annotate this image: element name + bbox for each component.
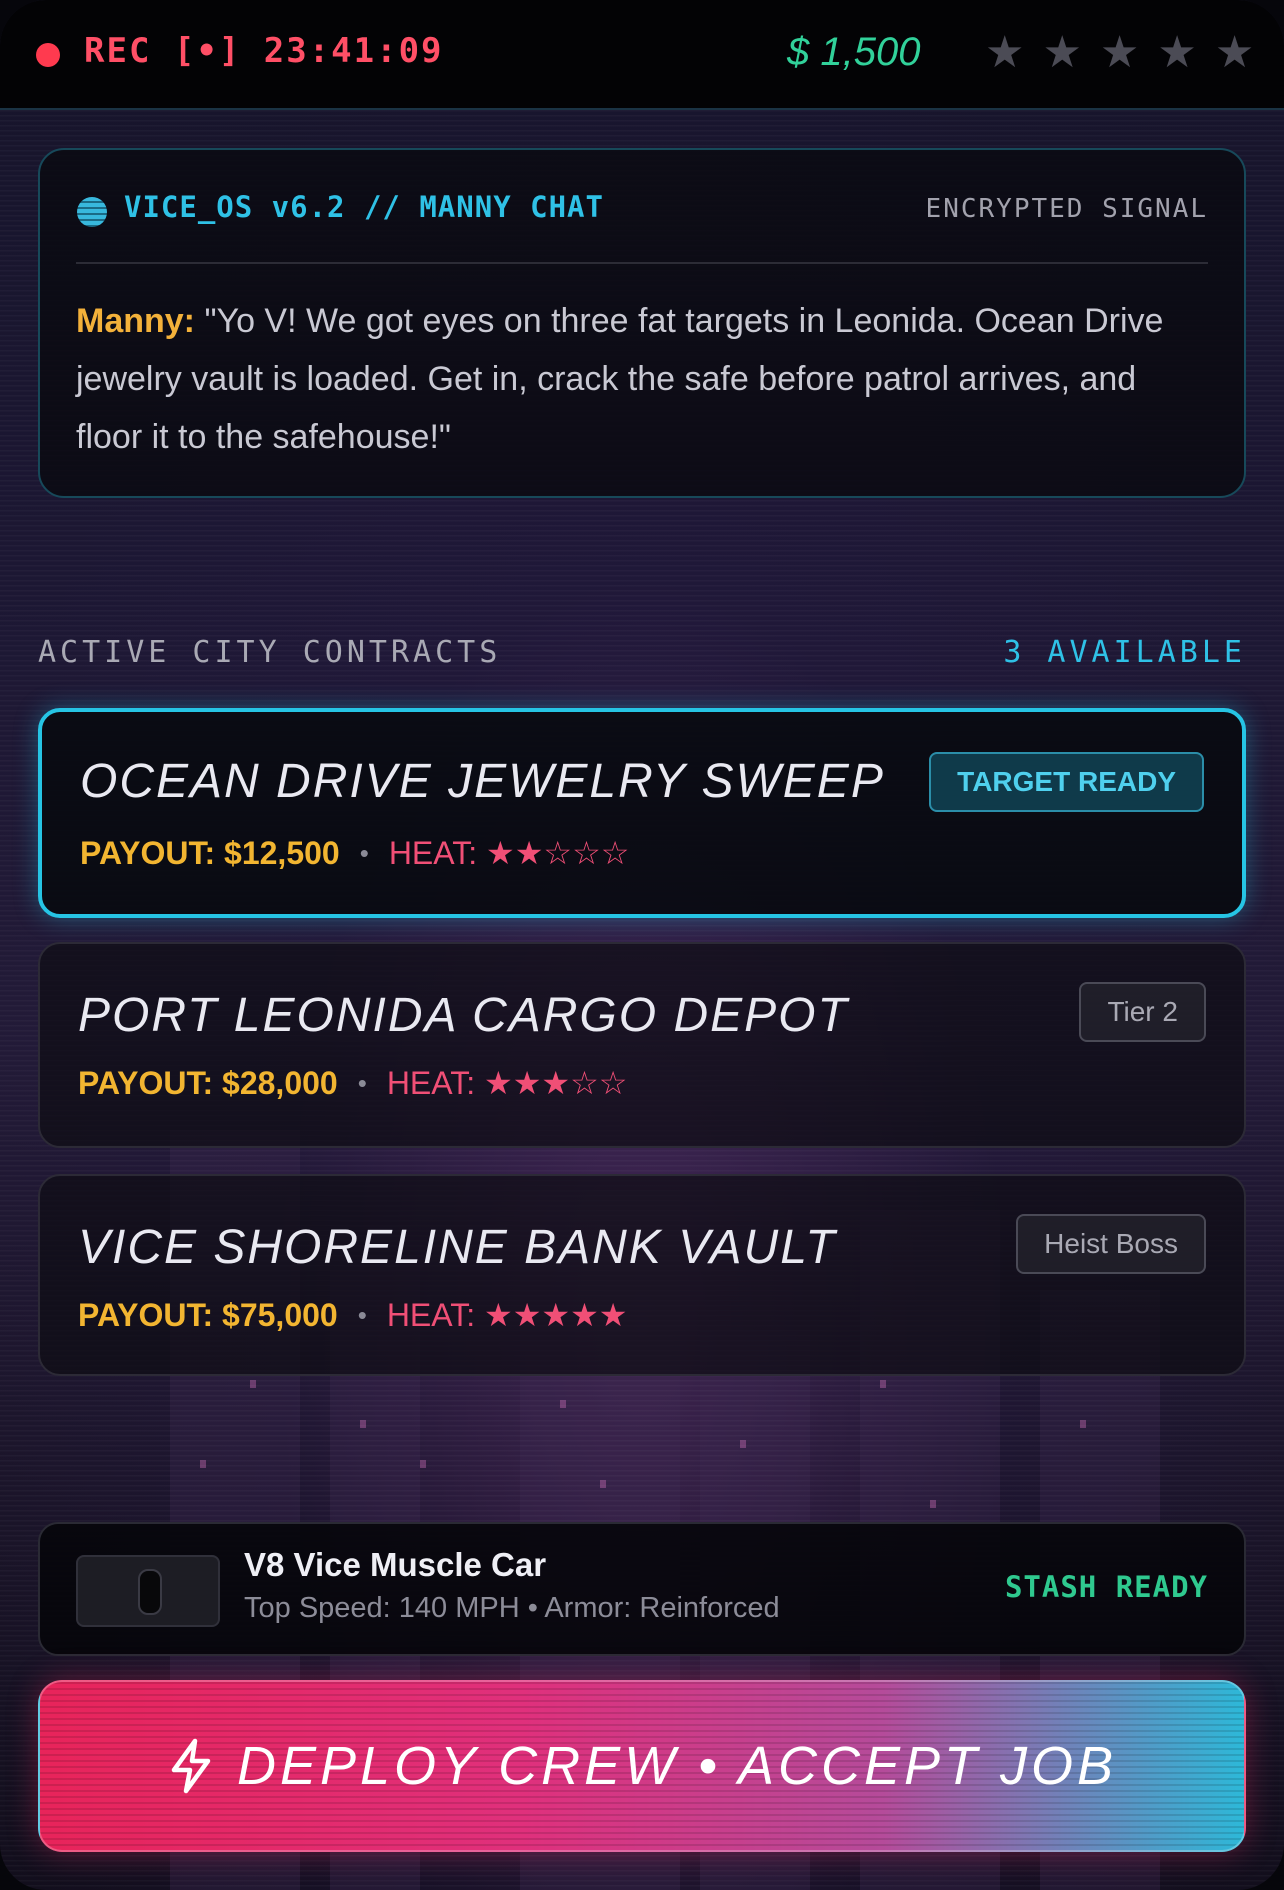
money-counter: $ 1,500 [787,30,921,74]
contract-heat: HEAT: ★★★★★ [386,1297,628,1333]
encrypted-signal-label: ENCRYPTED SIGNAL [925,194,1208,224]
phone-screen: REC [•] 23:41:09 $ 1,500 ★ ★ ★ ★ ★ VICE_… [0,0,1284,1890]
contract-title: OCEAN DRIVE JEWELRY SWEEP [80,755,885,808]
contract-payout: PAYOUT: $28,000 [78,1064,338,1101]
contract-card-ocean-drive[interactable]: OCEAN DRIVE JEWELRY SWEEP TARGET READY P… [38,708,1246,918]
status-bar: REC [•] 23:41:09 $ 1,500 ★ ★ ★ ★ ★ [0,0,1284,110]
contract-meta: PAYOUT: $28,000 • HEAT: ★★★☆☆ [78,1064,627,1102]
signal-globe-icon [77,197,107,227]
contract-card-vice-shoreline[interactable]: VICE SHORELINE BANK VAULT Heist Boss PAY… [38,1174,1246,1376]
separator: • [359,837,369,868]
manny-chat-panel: VICE_OS v6.2 // MANNY CHAT ENCRYPTED SIG… [38,148,1246,498]
vehicle-stats: Top Speed: 140 MPH • Armor: Reinforced [244,1592,780,1624]
contract-payout: PAYOUT: $12,500 [80,834,340,871]
chat-sender: Manny: [76,302,195,340]
wanted-star-icon: ★ [1157,28,1197,77]
chat-message-text: "Yo V! We got eyes on three fat targets … [76,302,1164,456]
vehicle-card[interactable]: V8 Vice Muscle Car Top Speed: 140 MPH • … [38,1522,1246,1656]
contract-card-port-leonida[interactable]: PORT LEONIDA CARGO DEPOT Tier 2 PAYOUT: … [38,942,1246,1148]
separator: • [357,1299,367,1330]
vehicle-status: STASH READY [1004,1570,1208,1604]
heist-boss-badge: Heist Boss [1016,1214,1206,1274]
separator: • [357,1067,367,1098]
deploy-button-label: DEPLOY CREW • ACCEPT JOB [236,1736,1118,1796]
wanted-level: ★ ★ ★ ★ ★ [985,28,1254,78]
rec-indicator-icon [36,43,60,67]
wanted-star-icon: ★ [1042,28,1082,77]
wanted-star-icon: ★ [985,28,1025,77]
wanted-star-icon: ★ [1214,28,1255,77]
contract-meta: PAYOUT: $12,500 • HEAT: ★★☆☆☆ [80,834,629,872]
contract-heat: HEAT: ★★☆☆☆ [388,835,630,871]
deploy-crew-button[interactable]: DEPLOY CREW • ACCEPT JOB [38,1680,1246,1852]
contracts-count: 3 AVAILABLE [1003,635,1246,670]
contract-heat: HEAT: ★★★☆☆ [386,1065,628,1101]
chat-title: VICE_OS v6.2 // MANNY CHAT [124,190,604,224]
lightning-icon [171,1738,211,1794]
rec-timestamp: REC [•] 23:41:09 [84,31,444,71]
car-icon [138,1569,162,1615]
contract-meta: PAYOUT: $75,000 • HEAT: ★★★★★ [78,1296,627,1334]
tier-badge: Tier 2 [1079,982,1206,1042]
contracts-section-title: ACTIVE CITY CONTRACTS [38,635,502,670]
vehicle-thumbnail [76,1555,220,1627]
wanted-star-icon: ★ [1099,28,1140,77]
contract-title: PORT LEONIDA CARGO DEPOT [78,989,849,1042]
target-ready-badge: TARGET READY [929,752,1204,812]
chat-message: Manny: "Yo V! We got eyes on three fat t… [76,292,1184,466]
contract-title: VICE SHORELINE BANK VAULT [78,1221,837,1274]
vehicle-name: V8 Vice Muscle Car [244,1546,547,1583]
contract-payout: PAYOUT: $75,000 [78,1296,338,1333]
divider [76,262,1208,264]
